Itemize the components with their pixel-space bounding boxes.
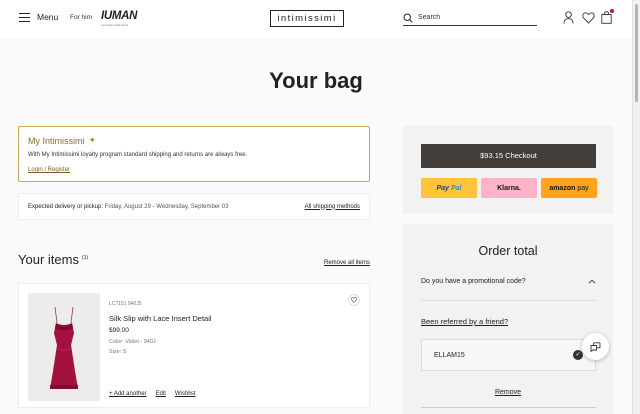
product-sku: LC7151 940J5 — [109, 301, 142, 307]
iuman-tagline: nel rispetto della natura — [101, 24, 128, 27]
referral-code-field[interactable]: ✓ — [421, 339, 596, 371]
paypal-logo-pal: Pal — [450, 184, 462, 192]
order-divider — [421, 407, 596, 408]
product-name[interactable]: Silk Slip with Lace Insert Detail — [109, 314, 212, 323]
items-title-wrap: Your items (1) — [18, 252, 88, 267]
intimissimi-logo[interactable]: intimissimi — [270, 10, 344, 27]
for-him-link[interactable]: For him — [70, 14, 92, 21]
wishlist-heart-icon[interactable] — [582, 11, 595, 25]
product-price: $99.00 — [109, 327, 129, 334]
chevron-up-icon — [588, 279, 596, 284]
search-input[interactable] — [418, 14, 528, 21]
delivery-label: Expected delivery or pickup: — [28, 203, 104, 210]
bag-item-card: LC7151 940J5 Silk Slip with Lace Insert … — [18, 283, 370, 408]
page-title: Your bag — [269, 68, 363, 93]
klarna-button[interactable]: Klarna. — [481, 178, 537, 198]
product-size: Size: S — [109, 349, 127, 355]
promo-divider — [421, 300, 596, 301]
delivery-info: Expected delivery or pickup: Friday, Aug… — [18, 193, 370, 220]
check-icon: ✓ — [573, 350, 583, 360]
search-icon — [403, 12, 413, 23]
order-total-panel: Order total Do you have a promotional co… — [403, 224, 613, 414]
scrollbar-thumb[interactable] — [635, 4, 638, 102]
site-header: Menu For him IUMAN nel rispetto della na… — [0, 0, 632, 38]
paypal-button[interactable]: Pay Pal — [421, 178, 477, 198]
remove-code-link[interactable]: Remove — [403, 389, 613, 396]
loyalty-title: My Intimissimi — [28, 135, 85, 146]
chat-icon — [590, 341, 601, 352]
delivery-estimate: Expected delivery or pickup: Friday, Aug… — [28, 204, 228, 210]
loyalty-banner: My Intimissimi ✦ With My Intimissimi loy… — [18, 126, 370, 182]
chat-button[interactable] — [582, 333, 609, 360]
shopping-bag-icon[interactable] — [601, 9, 614, 25]
sparkle-icon: ✦ — [88, 135, 97, 145]
promo-code-toggle[interactable]: Do you have a promotional code? — [421, 278, 596, 285]
delivery-dates: Friday, August 29 - Wednesday, September… — [104, 203, 229, 210]
menu-label: Menu — [37, 12, 59, 22]
loyalty-title-row: My Intimissimi ✦ — [28, 135, 360, 146]
add-another-button[interactable]: + Add another — [109, 391, 147, 397]
amazon-logo: amazon — [549, 184, 576, 192]
referred-by-friend-link[interactable]: Been referred by a friend? — [421, 317, 508, 326]
checkout-button[interactable]: $93.15 Checkout — [421, 144, 596, 168]
account-icon[interactable] — [563, 11, 576, 25]
amazon-pay-button[interactable]: amazon pay — [541, 178, 597, 198]
product-actions: + Add another Edit Wishlist — [109, 391, 196, 397]
menu-button[interactable]: Menu — [19, 12, 58, 22]
product-color: Color: Violet - 940J — [109, 339, 156, 345]
wishlist-button[interactable]: Wishlist — [175, 391, 196, 397]
edit-button[interactable]: Edit — [156, 391, 166, 397]
item-options-button[interactable] — [348, 294, 360, 306]
bag-notification-dot — [610, 9, 614, 13]
items-header: Your items (1) Remove all items — [18, 252, 370, 267]
page-scrollbar[interactable] — [632, 0, 640, 414]
items-count: (1) — [81, 254, 89, 261]
all-shipping-methods-link[interactable]: All shipping methods — [305, 204, 360, 210]
login-register-link[interactable]: Login / Register — [28, 167, 70, 173]
referral-code-input[interactable] — [434, 351, 554, 359]
items-title: Your items — [18, 252, 79, 267]
klarna-logo: Klarna. — [497, 184, 521, 192]
search-bar[interactable] — [403, 10, 537, 26]
hamburger-icon — [19, 12, 30, 22]
promo-code-question: Do you have a promotional code? — [421, 278, 526, 285]
checkout-panel: $93.15 Checkout Pay Pal Klarna. amazon pay — [403, 126, 613, 214]
loyalty-text: With My Intimissimi loyalty program stan… — [28, 152, 248, 158]
heart-outline-icon — [351, 297, 357, 303]
product-image[interactable] — [28, 293, 100, 401]
paypal-logo-pay: Pay — [436, 184, 449, 192]
iuman-logo[interactable]: IUMAN — [101, 10, 138, 22]
remove-all-items-link[interactable]: Remove all items — [324, 260, 370, 266]
amazon-pay-label: pay — [577, 184, 589, 192]
order-total-title: Order total — [478, 244, 538, 258]
